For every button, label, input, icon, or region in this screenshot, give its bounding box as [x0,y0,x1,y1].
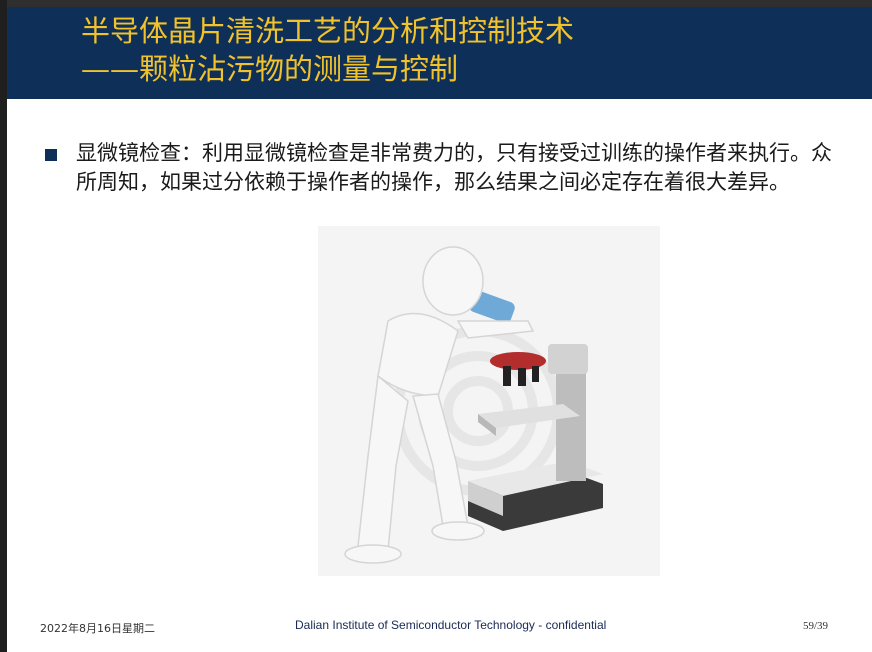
slide-subtitle: ——颗粒沾污物的测量与控制 [81,52,459,86]
footer-organization: Dalian Institute of Semiconductor Techno… [295,618,607,632]
bullet-marker [45,149,57,161]
microscope-illustration [318,226,660,576]
page-number: 59/39 [803,620,829,632]
slide-header: 半导体晶片清洗工艺的分析和控制技术 ——颗粒沾污物的测量与控制 [7,7,872,99]
slide-title: 半导体晶片清洗工艺的分析和控制技术 [81,14,575,48]
microscope-person-graphic [344,246,603,564]
top-frame-bar [0,0,872,7]
footer-date: 2022年8月16日星期二 [40,622,155,635]
left-frame-bar [0,0,7,652]
bullet-text: 显微镜检查：利用显微镜检查是非常费力的，只有接受过训练的操作者来执行。众所周知，… [76,141,832,194]
